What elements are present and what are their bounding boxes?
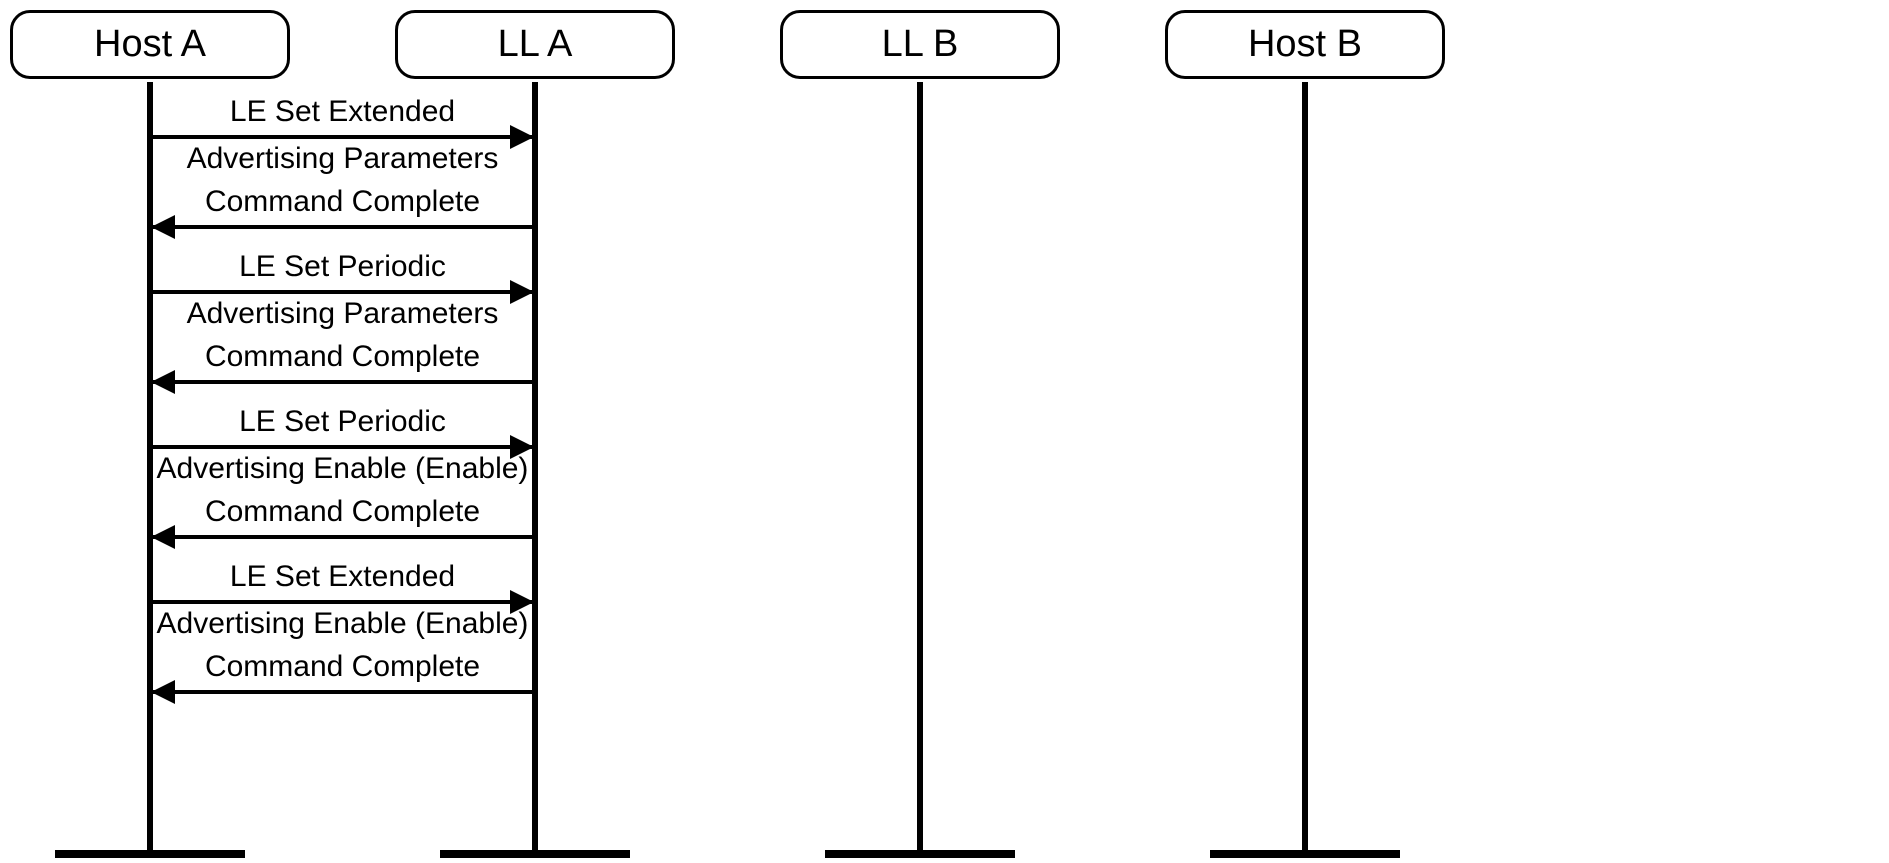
msg1-label-line1: LE Set Extended bbox=[150, 95, 535, 129]
msg8-arrow bbox=[153, 690, 532, 694]
msg4-arrow bbox=[153, 380, 532, 384]
msg6-arrow bbox=[153, 535, 532, 539]
foot-host-b bbox=[1210, 850, 1400, 858]
lifeline-host-b bbox=[1302, 82, 1308, 850]
foot-ll-a bbox=[440, 850, 630, 858]
msg3-arrow bbox=[153, 290, 532, 294]
participant-host-b: Host B bbox=[1165, 10, 1445, 79]
participant-host-a: Host A bbox=[10, 10, 290, 79]
arrow-left-icon bbox=[151, 215, 175, 239]
msg8-label: Command Complete bbox=[150, 650, 535, 684]
msg2-arrow bbox=[153, 225, 532, 229]
arrow-left-icon bbox=[151, 370, 175, 394]
msg4-label: Command Complete bbox=[150, 340, 535, 374]
participant-ll-a: LL A bbox=[395, 10, 675, 79]
msg3-label-line1: LE Set Periodic bbox=[150, 250, 535, 284]
foot-host-a bbox=[55, 850, 245, 858]
sequence-diagram: Host A LL A LL B Host B LE Set Extended … bbox=[0, 0, 1889, 863]
msg6-label: Command Complete bbox=[150, 495, 535, 529]
msg3-label-line2: Advertising Parameters bbox=[150, 297, 535, 331]
arrow-left-icon bbox=[151, 525, 175, 549]
lifeline-ll-b bbox=[917, 82, 923, 850]
msg5-label-line2: Advertising Enable (Enable) bbox=[150, 452, 535, 486]
msg2-label: Command Complete bbox=[150, 185, 535, 219]
msg7-label-line2: Advertising Enable (Enable) bbox=[150, 607, 535, 641]
participant-ll-b: LL B bbox=[780, 10, 1060, 79]
msg7-label-line1: LE Set Extended bbox=[150, 560, 535, 594]
msg7-arrow bbox=[153, 600, 532, 604]
msg1-arrow bbox=[153, 135, 532, 139]
msg5-arrow bbox=[153, 445, 532, 449]
msg5-label-line1: LE Set Periodic bbox=[150, 405, 535, 439]
msg1-label-line2: Advertising Parameters bbox=[150, 142, 535, 176]
arrow-left-icon bbox=[151, 680, 175, 704]
foot-ll-b bbox=[825, 850, 1015, 858]
